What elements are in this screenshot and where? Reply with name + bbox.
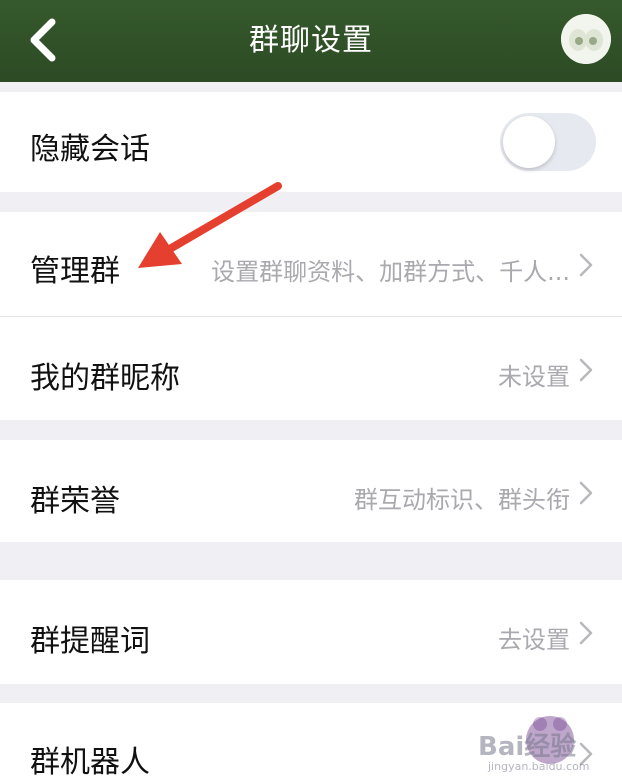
annotation-arrow-icon xyxy=(138,182,282,268)
watermark-text: Bai经验 xyxy=(478,732,577,762)
group-reminder-row[interactable]: 群提醒词 去设置 xyxy=(0,580,622,684)
chevron-right-icon xyxy=(579,481,593,505)
my-nickname-label: 我的群昵称 xyxy=(30,361,180,396)
chevron-right-icon xyxy=(579,621,593,645)
group-honor-row[interactable]: 群荣誉 群互动标识、群头衔 xyxy=(0,440,622,542)
navigation-bar: 群聊设置 xyxy=(0,0,622,82)
hide-chat-toggle[interactable] xyxy=(500,113,596,171)
my-nickname-value: 未设置 xyxy=(498,363,570,391)
toggle-knob xyxy=(503,116,555,168)
group-reminder-label: 群提醒词 xyxy=(30,624,150,659)
watermark-url: jingyan.baidu.com xyxy=(488,760,590,773)
hide-chat-label: 隐藏会话 xyxy=(30,132,150,167)
manage-group-label: 管理群 xyxy=(30,254,120,289)
group-robot-label: 群机器人 xyxy=(30,745,150,780)
manage-group-row[interactable]: 管理群 设置群聊资料、加群方式、千人... xyxy=(0,212,622,316)
chevron-right-icon xyxy=(579,253,593,277)
page-title: 群聊设置 xyxy=(249,23,373,58)
chevron-right-icon xyxy=(579,358,593,382)
my-nickname-row[interactable]: 我的群昵称 未设置 xyxy=(0,317,622,420)
group-avatar-icon[interactable] xyxy=(561,14,611,64)
group-honor-label: 群荣誉 xyxy=(30,484,120,519)
group-reminder-value: 去设置 xyxy=(498,626,570,654)
group-honor-value: 群互动标识、群头衔 xyxy=(354,486,570,514)
